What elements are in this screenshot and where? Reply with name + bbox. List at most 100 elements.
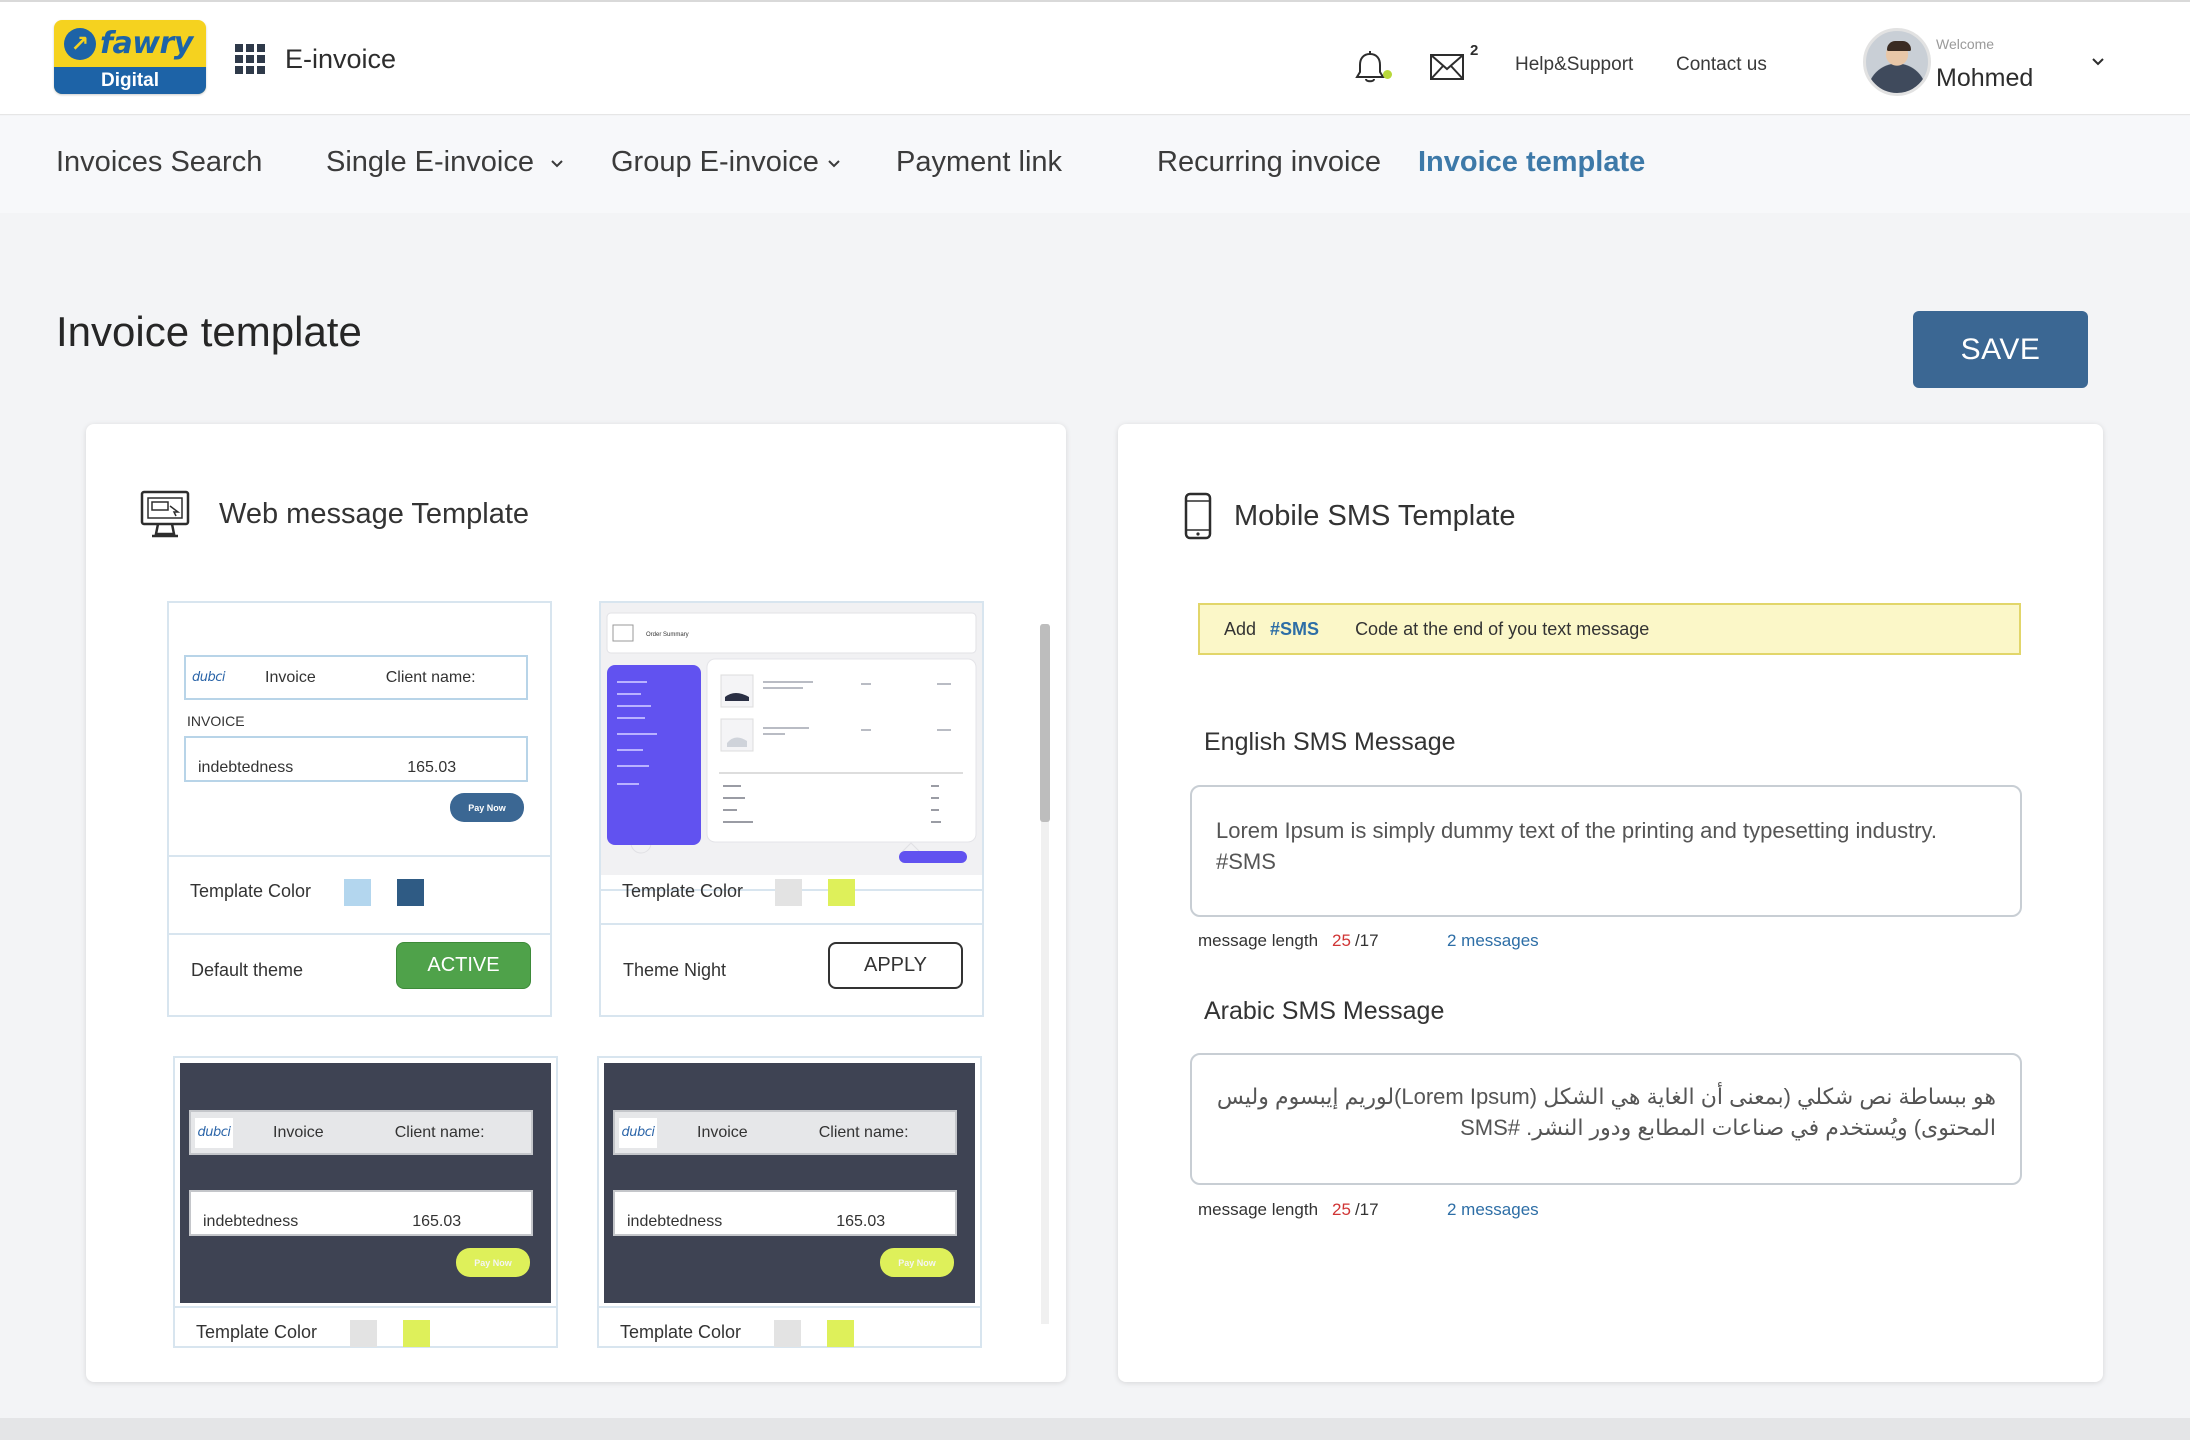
tile-divider bbox=[599, 1306, 980, 1308]
invoice-label: Invoice bbox=[273, 1123, 324, 1141]
arabic-sms-textarea[interactable]: هو ببساطة نص شكلي (بمعنى أن الغاية هي ال… bbox=[1190, 1053, 2022, 1185]
arabic-sms-label: Arabic SMS Message bbox=[1204, 997, 1445, 1025]
arabic-messages-count: 2 messages bbox=[1447, 1200, 1539, 1219]
templates-scrollbar-thumb[interactable] bbox=[1040, 624, 1050, 822]
note-sms-code: #SMS bbox=[1270, 618, 1320, 639]
template-tile-dark-2[interactable]: dubci Invoice Client name: indebtedness … bbox=[597, 1056, 982, 1348]
nav-payment-link[interactable]: Payment link bbox=[896, 146, 1062, 179]
message-length-label: message length bbox=[1198, 931, 1319, 950]
note-suffix: Code at the end of you text message bbox=[1355, 618, 1650, 639]
template-tile-night[interactable]: Order Summary Template Color Theme Night… bbox=[599, 601, 984, 1017]
group-invoice-chevron-icon[interactable] bbox=[826, 156, 842, 172]
amount-value: 165.03 bbox=[836, 1213, 886, 1230]
client-name-label: Client name: bbox=[385, 668, 476, 686]
logo-wordmark: fawry bbox=[100, 26, 193, 61]
preview-amount-row: indebtedness 165.03 bbox=[184, 736, 528, 782]
night-theme-preview: Order Summary bbox=[601, 603, 982, 875]
brand-logo-box: dubci bbox=[195, 1117, 233, 1148]
pay-now-pill: Pay Now bbox=[456, 1248, 530, 1277]
page-title: Invoice template bbox=[56, 308, 362, 355]
amount-value: 165.03 bbox=[407, 759, 457, 776]
brand-logo: dubci bbox=[621, 1125, 655, 1140]
indebtedness-label: indebtedness bbox=[203, 1213, 299, 1230]
brand-logo: dubci bbox=[192, 670, 226, 685]
help-support-link[interactable]: Help&Support bbox=[1515, 54, 1633, 76]
mail-icon[interactable] bbox=[1430, 54, 1464, 80]
template-color-label: Template Color bbox=[622, 881, 744, 901]
template-color-label: Template Color bbox=[620, 1322, 742, 1342]
order-summary-heading: Order Summary bbox=[646, 632, 689, 638]
color-swatch-light-gray[interactable] bbox=[350, 1320, 377, 1347]
save-button[interactable]: SAVE bbox=[1913, 311, 2088, 388]
client-name-label: Client name: bbox=[818, 1123, 909, 1141]
note-prefix: Add bbox=[1224, 618, 1257, 639]
welcome-label: Welcome bbox=[1936, 36, 1995, 52]
desktop-monitor-icon bbox=[140, 490, 190, 538]
tile-divider bbox=[169, 855, 550, 857]
message-length-value: 25 bbox=[1332, 931, 1351, 950]
arabic-message-length: message length 25/17 bbox=[1198, 1200, 1379, 1220]
template-tile-dark-1[interactable]: dubci Invoice Client name: indebtedness … bbox=[173, 1056, 558, 1348]
active-button[interactable]: ACTIVE bbox=[396, 942, 531, 989]
tile-divider bbox=[169, 933, 550, 935]
nav-group-e-invoice[interactable]: Group E-invoice bbox=[611, 146, 819, 179]
tile-divider bbox=[175, 1306, 556, 1308]
apply-button[interactable]: APPLY bbox=[828, 942, 963, 989]
sms-code-note: Add #SMS Code at the end of you text mes… bbox=[1198, 603, 2021, 655]
tile-divider bbox=[601, 923, 982, 925]
preview-header-bar: dubci Invoice Client name: bbox=[613, 1110, 957, 1155]
amount-value: 165.03 bbox=[412, 1213, 462, 1230]
web-template-title: Web message Template bbox=[219, 498, 530, 530]
english-sms-label: English SMS Message bbox=[1204, 728, 1456, 756]
brand-logo: dubci bbox=[197, 1125, 231, 1140]
message-length-max: /17 bbox=[1354, 1200, 1379, 1219]
invoice-label: Invoice bbox=[265, 668, 316, 686]
color-swatch-lime[interactable] bbox=[827, 1320, 854, 1347]
nav-invoice-template[interactable]: Invoice template bbox=[1418, 146, 1645, 179]
user-avatar[interactable] bbox=[1863, 28, 1931, 96]
color-swatch-lime[interactable] bbox=[828, 879, 855, 906]
page-footer-strip bbox=[0, 1418, 2190, 1440]
color-swatch-lime[interactable] bbox=[403, 1320, 430, 1347]
english-messages-count: 2 messages bbox=[1447, 931, 1539, 950]
color-swatch-light-gray[interactable] bbox=[774, 1320, 801, 1347]
nav-recurring-invoice[interactable]: Recurring invoice bbox=[1157, 146, 1381, 179]
single-invoice-chevron-icon[interactable] bbox=[549, 156, 565, 172]
notification-dot bbox=[1383, 70, 1392, 79]
preview-header-bar: dubci Invoice Client name: bbox=[184, 655, 528, 700]
fawry-arrow-icon: ↗ bbox=[64, 27, 96, 60]
color-swatch-light-gray[interactable] bbox=[775, 879, 802, 906]
brand-logo-box: dubci bbox=[619, 1117, 657, 1148]
invoice-heading: INVOICE bbox=[187, 713, 245, 729]
preview-amount-row: indebtedness 165.03 bbox=[189, 1190, 533, 1236]
client-name-label: Client name: bbox=[394, 1123, 485, 1141]
user-menu-chevron-icon[interactable] bbox=[2090, 54, 2106, 70]
english-message-length: message length 25/17 bbox=[1198, 931, 1379, 951]
app-title: E-invoice bbox=[285, 44, 397, 74]
preview-amount-row: indebtedness 165.03 bbox=[613, 1190, 957, 1236]
english-sms-textarea[interactable]: Lorem Ipsum is simply dummy text of the … bbox=[1190, 785, 2022, 917]
fawry-logo[interactable]: ↗ fawry Digital bbox=[54, 20, 206, 94]
template-color-label: Template Color bbox=[196, 1322, 318, 1342]
top-header: ↗ fawry Digital E-invoice 2 Help&Support… bbox=[0, 0, 2190, 115]
message-length-label: message length bbox=[1198, 1200, 1319, 1219]
apps-grid-icon[interactable] bbox=[235, 44, 265, 74]
pay-now-pill: Pay Now bbox=[450, 793, 524, 822]
logo-subtext: Digital bbox=[54, 67, 206, 94]
nav-invoices-search[interactable]: Invoices Search bbox=[56, 146, 262, 179]
notification-bell-icon[interactable] bbox=[1352, 50, 1388, 86]
template-tile-default[interactable]: dubci Invoice Client name: INVOICE indeb… bbox=[167, 601, 552, 1017]
preview-header-bar: dubci Invoice Client name: bbox=[189, 1110, 533, 1155]
indebtedness-label: indebtedness bbox=[198, 759, 294, 776]
theme-name: Default theme bbox=[191, 960, 304, 980]
mobile-phone-icon bbox=[1184, 492, 1212, 540]
theme-name: Theme Night bbox=[623, 960, 727, 980]
mail-count-badge: 2 bbox=[1470, 42, 1479, 59]
message-length-max: /17 bbox=[1354, 931, 1379, 950]
template-color-label: Template Color bbox=[190, 881, 312, 901]
color-swatch-light-blue[interactable] bbox=[344, 879, 371, 906]
nav-single-e-invoice[interactable]: Single E-invoice bbox=[326, 146, 534, 179]
color-swatch-navy[interactable] bbox=[397, 879, 424, 906]
user-name[interactable]: Mohmed bbox=[1936, 64, 2033, 93]
contact-us-link[interactable]: Contact us bbox=[1676, 54, 1767, 76]
